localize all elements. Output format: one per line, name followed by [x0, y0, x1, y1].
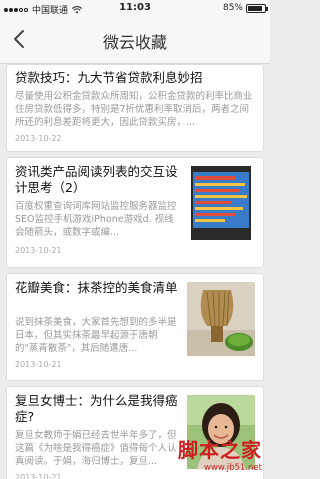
matcha-whisk-photo [187, 282, 255, 356]
watermark: 脚本之家 www.jb51.net [178, 434, 262, 473]
article-summary: 百度权重查询词库网站监控服务器监控SEO监控手机游戏iPhone游戏d. 视线会… [15, 201, 177, 238]
article-card[interactable]: 贷款技巧：九大节省贷款利息妙招 尽量使用公积金贷款众所周知，公积金贷款的利率比商… [6, 64, 264, 152]
app-screenshot-thumbnail [187, 166, 255, 240]
article-date: 2013-10-21 [15, 473, 62, 479]
article-title: 复旦女博士：为什么是我得癌症? [15, 393, 178, 424]
article-date: 2013-10-21 [15, 246, 62, 255]
article-title: 花瓣美食：抹茶控的美食清单 [15, 280, 178, 295]
article-date: 2013-10-21 [15, 360, 62, 369]
article-title: 贷款技巧：九大节省贷款利息妙招 [15, 70, 203, 85]
watermark-text: 脚本之家 [178, 438, 262, 462]
battery-percent: 85% [222, 3, 243, 13]
article-card[interactable]: 资讯类产品阅读列表的交互设计思考（2） 百度权重查询词库网站监控服务器监控SEO… [6, 157, 264, 268]
favorites-list[interactable]: 贷款技巧：九大节省贷款利息妙招 尽量使用公积金贷款众所周知，公积金贷款的利率比商… [0, 64, 270, 479]
navigation-bar: 微云收藏 [0, 16, 270, 64]
page-title: 微云收藏 [102, 33, 167, 52]
article-summary: 说到抹茶美食，大家首先想到的多半是日本，但其实抹茶最早起源于唐朝的"蒸青散茶"，… [15, 317, 177, 354]
article-date: 2013-10-22 [15, 134, 62, 143]
battery-icon [246, 3, 268, 13]
article-card[interactable]: 花瓣美食：抹茶控的美食清单 说到抹茶美食，大家首先想到的多半是日本，但其实抹茶最… [6, 273, 264, 381]
article-summary: 尽量使用公积金贷款众所周知，公积金贷款的利率比商业住房贷款低得多，特别是7折优惠… [15, 91, 253, 128]
article-title: 资讯类产品阅读列表的交互设计思考（2） [15, 164, 178, 195]
status-bar: 中国联通 11:03 85% [0, 0, 270, 16]
battery-info: 85% [222, 3, 268, 13]
article-summary: 复旦女教师于娟已经去世半年多了，但这篇《为啥是我得癌症》值得每个人认真阅读。于娟… [15, 430, 177, 467]
watermark-url: www.jb51.net [203, 463, 262, 473]
